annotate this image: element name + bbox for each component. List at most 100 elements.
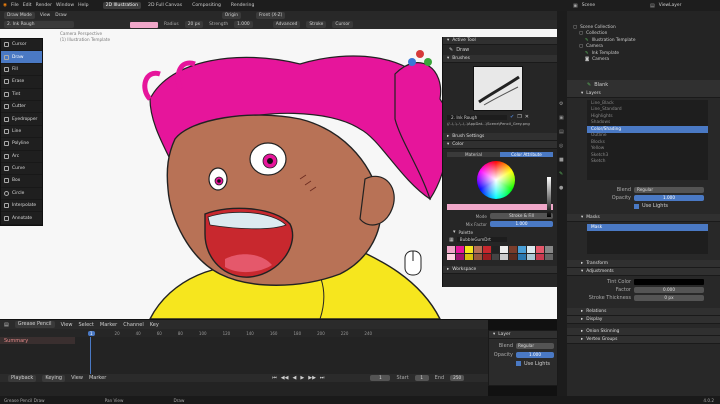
view-menu[interactable]: View: [71, 375, 83, 381]
tool-interpolate[interactable]: Interpolate: [1, 200, 42, 213]
adjustments-header[interactable]: ▾ Adjustments: [567, 268, 720, 276]
palette-header[interactable]: ▾ Palette: [443, 228, 557, 236]
outliner-camera[interactable]: ◙ Camera: [567, 57, 720, 64]
strength-field[interactable]: 1.000: [234, 21, 253, 28]
brushes-header[interactable]: ▾ Brushes: [443, 55, 557, 63]
tool-circle[interactable]: Circle: [1, 188, 42, 201]
palette-selector[interactable]: ▦ BubbleGumDrt: [443, 236, 557, 243]
transform-header[interactable]: ▸ Transform: [567, 260, 720, 268]
data-props-icon[interactable]: ✎: [559, 171, 567, 177]
brush-name-row[interactable]: 2. Ink Rough ✔ ❐ ✕: [443, 113, 557, 121]
render-props-icon[interactable]: ▣: [559, 115, 567, 121]
tab-color-attribute[interactable]: Color Attribute: [500, 151, 553, 157]
active-tool-row[interactable]: ✎ Draw: [443, 45, 557, 55]
tool-draw[interactable]: Draw: [1, 51, 42, 64]
play-icon[interactable]: ▶: [300, 375, 304, 381]
next-key-icon[interactable]: ▶▶: [308, 375, 316, 381]
prev-key-icon[interactable]: ◀◀: [281, 375, 289, 381]
tool-curve[interactable]: Curve: [1, 163, 42, 176]
stroke-dropdown[interactable]: Stroke: [306, 21, 327, 28]
close-icon[interactable]: ✕: [525, 114, 529, 120]
radius-field[interactable]: 20 px: [184, 21, 204, 28]
palette-swatches[interactable]: [447, 246, 553, 260]
current-frame-indicator[interactable]: 1: [88, 330, 95, 336]
relations-header[interactable]: ▸ Relations: [567, 308, 720, 316]
layer-opacity-field[interactable]: 1.000: [516, 351, 554, 358]
tool-cursor[interactable]: Cursor: [1, 39, 42, 52]
color-header[interactable]: ▾ Color: [443, 141, 557, 149]
dopesheet-icon[interactable]: ▤: [4, 322, 9, 328]
masks-header[interactable]: ▾ Masks: [567, 214, 720, 222]
layer-item[interactable]: Sketch: [587, 159, 708, 166]
tool-cutter[interactable]: Cutter: [1, 101, 42, 114]
timeline-marker-menu[interactable]: Marker: [100, 322, 117, 328]
timeline-key-menu[interactable]: Key: [150, 322, 159, 328]
vertex-groups-header[interactable]: ▸ Vertex Groups: [567, 336, 720, 344]
active-tool-header[interactable]: ▾ Active Tool: [443, 37, 557, 45]
current-color-swatch[interactable]: [447, 204, 553, 210]
view-menu[interactable]: View: [40, 13, 50, 18]
workspace-tab-2d-illustration[interactable]: 2D Illustration: [102, 2, 142, 9]
mode-dropdown[interactable]: Draw Mode: [4, 12, 35, 19]
workspace-header[interactable]: ▸ Workspace: [443, 266, 557, 274]
timeline-channel-menu[interactable]: Channel: [123, 322, 144, 328]
scene-props-icon[interactable]: ◎: [559, 143, 567, 149]
keying-menu[interactable]: Keying: [42, 374, 66, 382]
tint-color-swatch[interactable]: [634, 279, 704, 285]
material-props-icon[interactable]: ●: [559, 185, 567, 191]
viewlayer-selector[interactable]: ▤ ViewLayer: [650, 2, 681, 9]
tool-eyedropper[interactable]: Eyedropper: [1, 113, 42, 126]
menu-render[interactable]: Render: [36, 3, 52, 8]
menu-file[interactable]: File: [11, 3, 19, 8]
playback-menu[interactable]: Playback: [8, 374, 37, 382]
layer-use-lights-row[interactable]: Use Lights: [489, 359, 557, 368]
scene-selector[interactable]: ▣ Scene: [573, 2, 595, 9]
brush-preview[interactable]: [473, 66, 523, 111]
onion-skinning-header[interactable]: ▸ Onion Skinning: [567, 328, 720, 336]
brush-color-swatch[interactable]: [130, 21, 158, 28]
cursor-dropdown[interactable]: Cursor: [332, 21, 353, 28]
jump-start-icon[interactable]: ⏮: [272, 375, 277, 381]
advanced-dropdown[interactable]: Advanced: [272, 21, 301, 28]
fake-user-icon[interactable]: ✔: [510, 114, 514, 120]
play-reverse-icon[interactable]: ◀: [293, 375, 297, 381]
tool-arc[interactable]: Arc: [1, 151, 42, 163]
tool-tint[interactable]: Tint: [1, 89, 42, 101]
tool-fill[interactable]: Fill: [1, 64, 42, 77]
marker-menu[interactable]: Marker: [89, 375, 106, 381]
timeline-view-menu[interactable]: View: [61, 322, 73, 328]
mix-factor-field[interactable]: 1.000: [490, 221, 553, 227]
menu-window[interactable]: Window: [56, 3, 74, 8]
canvas-plane-dropdown[interactable]: Front (X-Z): [256, 12, 286, 19]
object-props-icon[interactable]: ■: [559, 157, 567, 163]
workspace-tab-2d-full-canvas[interactable]: 2D Full Canvas: [145, 2, 185, 9]
menu-help[interactable]: Help: [78, 3, 88, 8]
summary-channel[interactable]: Summary: [0, 337, 75, 344]
layers-header[interactable]: ▾ Layers: [567, 90, 720, 98]
layer-blend-dropdown[interactable]: Regular: [516, 342, 554, 349]
thickness-field[interactable]: 0 px: [634, 295, 704, 301]
tool-polyline[interactable]: Polyline: [1, 138, 42, 151]
blend-dropdown[interactable]: Regular: [634, 187, 704, 193]
output-props-icon[interactable]: ▤: [559, 129, 567, 135]
frame-ruler[interactable]: 1 20 40 60 80 100 120 140 160 180 200 220 240: [0, 329, 488, 337]
mask-item[interactable]: Mask: [587, 224, 708, 231]
start-frame-field[interactable]: 1: [414, 375, 429, 381]
use-lights-row[interactable]: Use Lights: [567, 202, 720, 210]
tool-annotate[interactable]: Annotate: [1, 212, 42, 225]
workspace-tab-rendering[interactable]: Rendering: [228, 2, 257, 9]
current-frame-field[interactable]: 1: [370, 375, 391, 381]
end-frame-field[interactable]: 250: [450, 375, 465, 381]
blender-logo-icon[interactable]: ◉: [3, 3, 7, 8]
display-header[interactable]: ▸ Display: [567, 316, 720, 324]
copy-icon[interactable]: ❐: [517, 114, 521, 120]
opacity-field[interactable]: 1.000: [634, 195, 704, 201]
menu-edit[interactable]: Edit: [23, 3, 32, 8]
brush-settings-header[interactable]: ▸ Brush Settings: [443, 133, 557, 141]
tool-box[interactable]: Box: [1, 175, 42, 188]
mode-dropdown[interactable]: Stroke & Fill: [490, 213, 553, 219]
jump-end-icon[interactable]: ⏭: [320, 375, 325, 381]
layer-panel-header[interactable]: ▾ Layer: [489, 331, 557, 339]
workspace-tab-compositing[interactable]: Compositing: [189, 2, 224, 9]
origin-dropdown[interactable]: Origin: [221, 12, 241, 19]
